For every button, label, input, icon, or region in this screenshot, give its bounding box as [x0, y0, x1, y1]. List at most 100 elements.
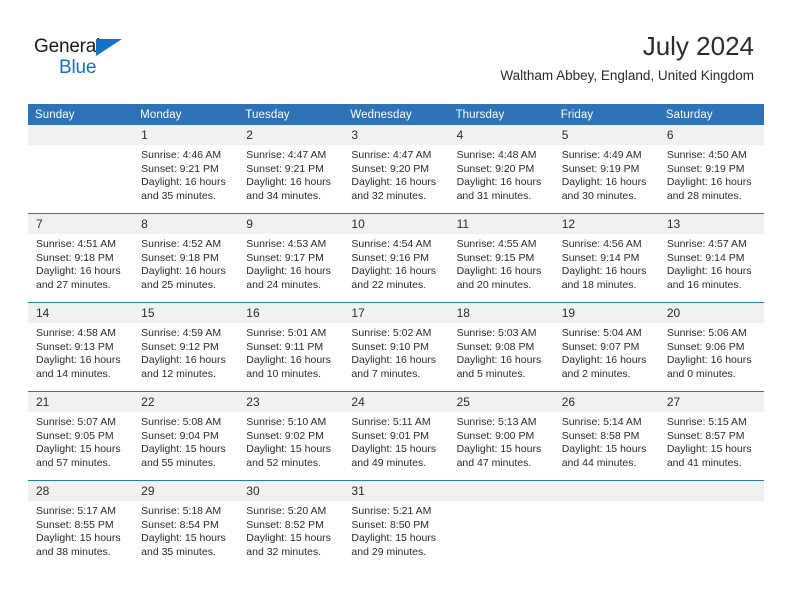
day-cell-inner[interactable]: 13 Sunrise: 4:57 AM Sunset: 9:14 PM Dayligh…: [658, 214, 764, 302]
sunset-text: Sunset: 8:54 PM: [141, 518, 219, 531]
sunset-text: Sunset: 9:20 PM: [351, 162, 430, 175]
daylight-text-line1: Daylight: 16 hours: [456, 176, 542, 189]
sunrise-text: Sunrise: 5:18 AM: [141, 505, 222, 517]
day-number: [658, 481, 764, 501]
sunset-text: Sunset: 9:05 PM: [36, 429, 114, 442]
sunrise-text: Sunrise: 5:06 AM: [666, 327, 747, 339]
day-cell-inner[interactable]: 4 Sunrise: 4:48 AM Sunset: 9:20 PM Daylight…: [448, 125, 554, 213]
day-cell: 8 Sunrise: 4:52 AM Sunset: 9:18 PM Daylight…: [133, 213, 239, 303]
daylight-text-line1: Daylight: 16 hours: [36, 354, 121, 367]
daylight-text-line2: and 55 minutes.: [141, 456, 216, 469]
day-cell-inner[interactable]: 17 Sunrise: 5:02 AM Sunset: 9:10 PM Dayligh…: [343, 303, 449, 391]
day-cell-inner[interactable]: 30 Sunrise: 5:20 AM Sunset: 8:52 PM Dayligh…: [238, 481, 344, 569]
calendar-table-wrapper: Sunday Monday Tuesday Wednesday Thursday…: [28, 104, 764, 569]
day-cell-inner[interactable]: 1 Sunrise: 4:46 AM Sunset: 9:21 PM Daylight…: [133, 125, 239, 213]
day-info: Sunrise: 4:48 AM Sunset: 9:20 PM Daylight:…: [449, 145, 554, 203]
daylight-text-line1: Daylight: 16 hours: [246, 176, 331, 189]
day-number: 29: [133, 481, 239, 501]
sunrise-text: Sunrise: 5:01 AM: [246, 327, 327, 339]
sunset-text: Sunset: 9:00 PM: [456, 429, 535, 442]
daylight-text-line2: and 18 minutes.: [561, 278, 637, 291]
day-cell-inner[interactable]: 21 Sunrise: 5:07 AM Sunset: 9:05 PM Dayligh…: [28, 392, 134, 480]
day-cell-inner[interactable]: 7 Sunrise: 4:51 AM Sunset: 9:18 PM Daylight…: [28, 214, 134, 302]
sunset-text: Sunset: 9:14 PM: [561, 251, 640, 264]
day-cell-inner[interactable]: 27 Sunrise: 5:15 AM Sunset: 8:57 PM Dayligh…: [658, 392, 764, 480]
day-cell-inner[interactable]: 31 Sunrise: 5:21 AM Sunset: 8:50 PM Dayligh…: [343, 481, 449, 569]
day-info: Sunrise: 5:02 AM Sunset: 9:10 PM Daylight:…: [343, 323, 448, 381]
day-cell-inner[interactable]: 5 Sunrise: 4:49 AM Sunset: 9:19 PM Daylight…: [553, 125, 659, 213]
day-cell: 23 Sunrise: 5:10 AM Sunset: 9:02 PM Dayligh…: [238, 391, 344, 481]
day-cell-inner[interactable]: 19 Sunrise: 5:04 AM Sunset: 9:07 PM Dayligh…: [553, 303, 659, 391]
day-cell-inner[interactable]: 3 Sunrise: 4:47 AM Sunset: 9:20 PM Daylight…: [343, 125, 449, 213]
day-cell-inner[interactable]: 20 Sunrise: 5:06 AM Sunset: 9:06 PM Dayligh…: [658, 303, 764, 391]
page-header: General Blue July 2024 Waltham Abbey, En…: [0, 0, 792, 100]
daylight-text-line1: Daylight: 16 hours: [666, 176, 752, 189]
day-cell-inner[interactable]: 11 Sunrise: 4:55 AM Sunset: 9:15 PM Dayligh…: [448, 214, 554, 302]
day-cell-inner[interactable]: 6 Sunrise: 4:50 AM Sunset: 9:19 PM Daylight…: [658, 125, 764, 213]
daylight-text-line1: Daylight: 15 hours: [36, 532, 121, 545]
sunrise-text: Sunrise: 5:14 AM: [561, 416, 642, 428]
sunrise-text: Sunrise: 5:21 AM: [351, 505, 432, 517]
day-info: Sunrise: 4:50 AM Sunset: 9:19 PM Daylight:…: [659, 145, 764, 203]
sunrise-text: Sunrise: 4:52 AM: [141, 238, 222, 250]
day-cell-inner[interactable]: 12 Sunrise: 4:56 AM Sunset: 9:14 PM Dayligh…: [553, 214, 659, 302]
day-cell-inner[interactable]: 2 Sunrise: 4:47 AM Sunset: 9:21 PM Daylight…: [238, 125, 344, 213]
day-cell: 9 Sunrise: 4:53 AM Sunset: 9:17 PM Daylight…: [238, 213, 344, 303]
day-info: Sunrise: 4:53 AM Sunset: 9:17 PM Daylight:…: [238, 234, 343, 292]
daylight-text-line2: and 20 minutes.: [456, 278, 532, 291]
day-cell: 16 Sunrise: 5:01 AM Sunset: 9:11 PM Dayligh…: [238, 302, 344, 392]
day-cell-inner[interactable]: 16 Sunrise: 5:01 AM Sunset: 9:11 PM Dayligh…: [238, 303, 344, 391]
weekday-header-monday: Monday: [133, 104, 239, 125]
daylight-text-line1: Daylight: 16 hours: [351, 265, 437, 278]
day-number: 28: [28, 481, 134, 501]
day-cell-inner[interactable]: 24 Sunrise: 5:11 AM Sunset: 9:01 PM Dayligh…: [343, 392, 449, 480]
daylight-text-line2: and 29 minutes.: [351, 545, 427, 558]
day-cell-inner[interactable]: 10 Sunrise: 4:54 AM Sunset: 9:16 PM Dayligh…: [343, 214, 449, 302]
general-blue-logo: General Blue: [34, 36, 164, 82]
day-number: 26: [553, 392, 659, 412]
day-cell-inner[interactable]: 23 Sunrise: 5:10 AM Sunset: 9:02 PM Dayligh…: [238, 392, 344, 480]
sunrise-text: Sunrise: 4:48 AM: [456, 149, 537, 161]
day-cell: 6 Sunrise: 4:50 AM Sunset: 9:19 PM Daylight…: [658, 125, 764, 214]
day-cell-inner[interactable]: 29 Sunrise: 5:18 AM Sunset: 8:54 PM Dayligh…: [133, 481, 239, 569]
day-cell: 30 Sunrise: 5:20 AM Sunset: 8:52 PM Dayligh…: [238, 480, 344, 569]
day-info: Sunrise: 5:07 AM Sunset: 9:05 PM Daylight:…: [28, 412, 133, 470]
day-number: 22: [133, 392, 239, 412]
day-number: 21: [28, 392, 134, 412]
day-cell-inner[interactable]: 15 Sunrise: 4:59 AM Sunset: 9:12 PM Dayligh…: [133, 303, 239, 391]
day-cell: 31 Sunrise: 5:21 AM Sunset: 8:50 PM Dayligh…: [343, 480, 449, 569]
daylight-text-line2: and 32 minutes.: [351, 189, 427, 202]
daylight-text-line2: and 30 minutes.: [561, 189, 637, 202]
weekday-header-friday: Friday: [553, 104, 659, 125]
daylight-text-line2: and 57 minutes.: [36, 456, 111, 469]
day-number: 19: [553, 303, 659, 323]
day-number: 11: [448, 214, 554, 234]
daylight-text-line2: and 31 minutes.: [456, 189, 532, 202]
day-number: 31: [343, 481, 449, 501]
daylight-text-line1: Daylight: 16 hours: [666, 265, 752, 278]
day-cell-inner[interactable]: 28 Sunrise: 5:17 AM Sunset: 8:55 PM Dayligh…: [28, 481, 134, 569]
sunrise-text: Sunrise: 4:47 AM: [351, 149, 432, 161]
day-cell-inner[interactable]: 26 Sunrise: 5:14 AM Sunset: 8:58 PM Dayligh…: [553, 392, 659, 480]
day-info: Sunrise: 4:59 AM Sunset: 9:12 PM Daylight:…: [133, 323, 238, 381]
sunset-text: Sunset: 9:02 PM: [246, 429, 324, 442]
day-cell-inner[interactable]: 8 Sunrise: 4:52 AM Sunset: 9:18 PM Daylight…: [133, 214, 239, 302]
calendar-page: General Blue July 2024 Waltham Abbey, En…: [0, 0, 792, 612]
sunset-text: Sunset: 9:11 PM: [246, 340, 324, 353]
day-cell-inner[interactable]: 9 Sunrise: 4:53 AM Sunset: 9:17 PM Daylight…: [238, 214, 344, 302]
calendar-table: Sunday Monday Tuesday Wednesday Thursday…: [28, 104, 764, 569]
day-cell: 22 Sunrise: 5:08 AM Sunset: 9:04 PM Dayligh…: [133, 391, 239, 481]
sunrise-text: Sunrise: 5:02 AM: [351, 327, 432, 339]
sunrise-text: Sunrise: 4:47 AM: [246, 149, 327, 161]
day-cell-inner[interactable]: 14 Sunrise: 4:58 AM Sunset: 9:13 PM Dayligh…: [28, 303, 134, 391]
sunrise-text: Sunrise: 4:46 AM: [141, 149, 222, 161]
day-info: Sunrise: 5:20 AM Sunset: 8:52 PM Daylight:…: [238, 501, 343, 559]
day-info: Sunrise: 5:10 AM Sunset: 9:02 PM Daylight:…: [238, 412, 343, 470]
day-info: Sunrise: 5:21 AM Sunset: 8:50 PM Daylight:…: [343, 501, 448, 559]
day-cell-inner[interactable]: 18 Sunrise: 5:03 AM Sunset: 9:08 PM Dayligh…: [448, 303, 554, 391]
day-cell-inner[interactable]: 22 Sunrise: 5:08 AM Sunset: 9:04 PM Dayligh…: [133, 392, 239, 480]
day-cell: 3 Sunrise: 4:47 AM Sunset: 9:20 PM Daylight…: [343, 125, 449, 214]
daylight-text-line2: and 12 minutes.: [141, 367, 216, 380]
daylight-text-line2: and 28 minutes.: [666, 189, 742, 202]
day-cell-inner[interactable]: 25 Sunrise: 5:13 AM Sunset: 9:00 PM Dayligh…: [448, 392, 554, 480]
